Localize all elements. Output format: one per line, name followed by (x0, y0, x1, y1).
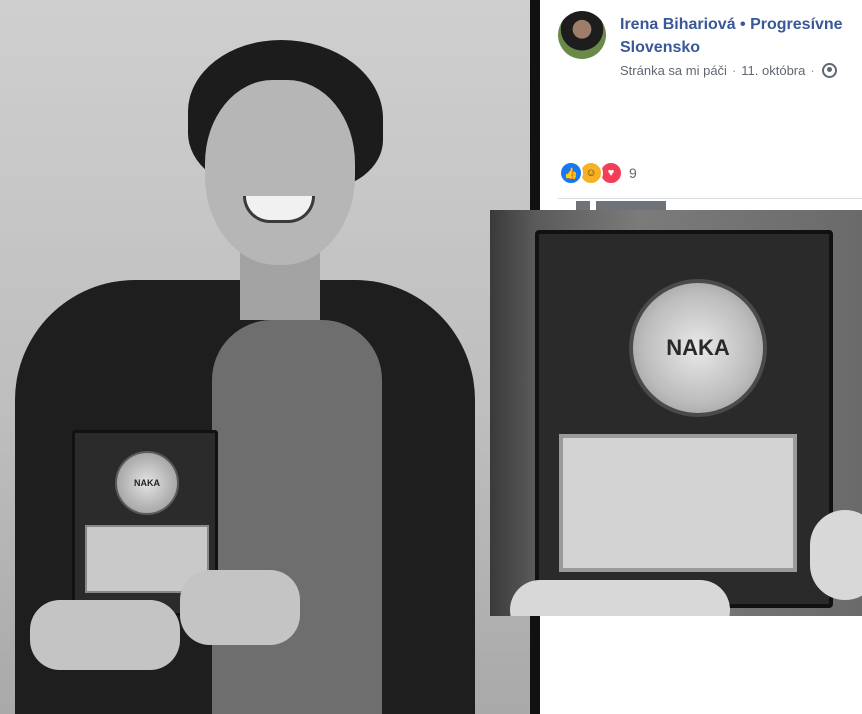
face-shape (205, 80, 355, 265)
post-photo[interactable]: NAKA (0, 0, 530, 714)
like-icon: 👍 (559, 161, 583, 185)
zoom-hand-right (810, 510, 862, 600)
post-meta: Stránka sa mi páči · 11. októbra · (620, 63, 837, 78)
shirt-shape (212, 320, 382, 714)
meta-separator: · (810, 63, 815, 78)
page-like-link[interactable]: Stránka sa mi páči (620, 63, 727, 78)
meta-separator: · (731, 63, 737, 78)
zoom-hand-bottom (510, 580, 730, 616)
actions-divider (558, 198, 862, 199)
reactions-count[interactable]: 9 (629, 165, 637, 181)
plaque-medal: NAKA (115, 451, 179, 515)
zoom-plate (559, 434, 797, 572)
author-avatar[interactable] (558, 11, 606, 59)
zoom-inset: NAKA (490, 210, 862, 616)
globe-icon[interactable] (821, 63, 837, 78)
post-author-link[interactable]: Irena Bihariová • Progresívne Slovensko (620, 13, 856, 59)
reactions-bar[interactable]: 👍 ☺ ♥ 9 (559, 161, 637, 185)
post-date-link[interactable]: 11. októbra (741, 63, 805, 78)
left-hand (30, 600, 180, 670)
right-hand (180, 570, 300, 645)
zoom-medal: NAKA (629, 279, 767, 417)
zoom-plaque: NAKA (535, 230, 833, 608)
